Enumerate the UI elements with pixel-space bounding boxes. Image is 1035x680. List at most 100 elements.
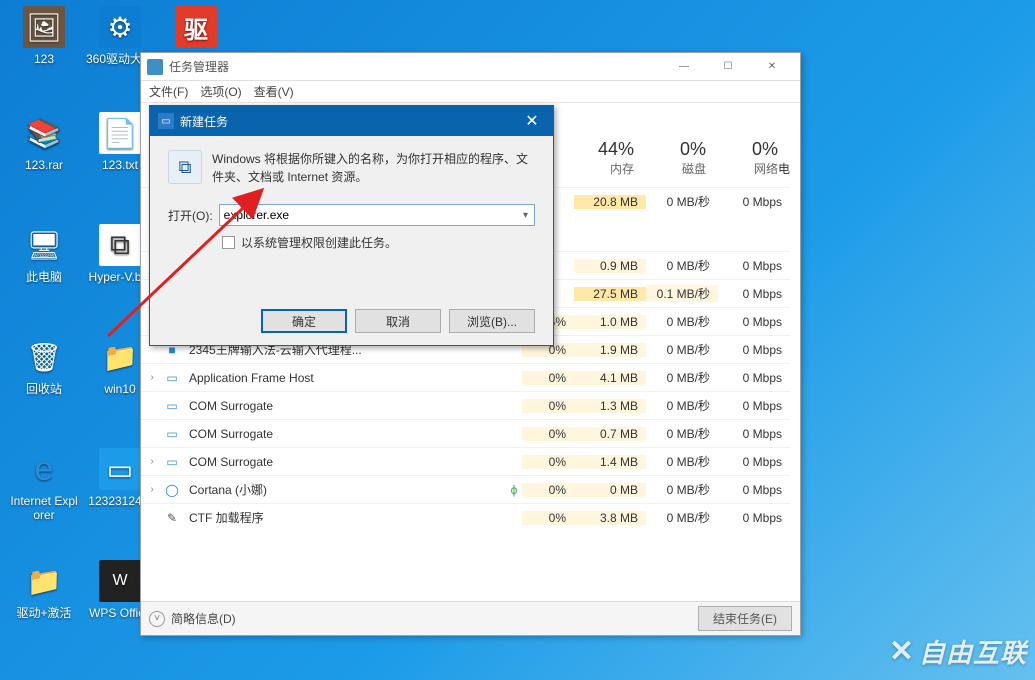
admin-checkbox[interactable]: [222, 236, 235, 249]
task-manager-icon: [147, 59, 163, 75]
new-task-title: 新建任务: [180, 113, 511, 130]
disk-cell: 0 MB/秒: [646, 341, 718, 358]
process-icon: ◯: [163, 482, 181, 498]
desktop-icon-ie[interactable]: eInternet Explorer: [8, 448, 80, 522]
admin-checkbox-row[interactable]: 以系统管理权限创建此任务。: [222, 234, 535, 251]
new-task-dialog: ▭ 新建任务 ✕ ⧉ Windows 将根据你所键入的名称，为你打开相应的程序、…: [149, 105, 554, 346]
menu-view[interactable]: 查看(V): [254, 83, 294, 100]
disk-cell: 0 MB/秒: [646, 453, 718, 470]
process-icon: ▭: [163, 454, 181, 470]
process-row[interactable]: ›◯ Cortana (小娜)ϕ0%0 MB0 MB/秒0 Mbps: [141, 475, 790, 503]
desktop-icon-driver-activate[interactable]: 📁驱动+激活: [8, 560, 80, 620]
network-cell: 0 Mbps: [718, 259, 790, 273]
process-row[interactable]: ›▭ Application Frame Host 0%4.1 MB0 MB/秒0 …: [141, 363, 790, 391]
brief-info-link[interactable]: 简略信息(D): [171, 610, 698, 627]
memory-cell: 0 MB: [574, 483, 646, 497]
memory-cell: 1.9 MB: [574, 343, 646, 357]
menu-file[interactable]: 文件(F): [149, 83, 188, 100]
process-name: COM Surrogate: [187, 455, 506, 469]
network-cell: 0 Mbps: [718, 315, 790, 329]
network-cell: 0 Mbps: [718, 195, 790, 209]
desktop-icon-rar[interactable]: 📚123.rar: [8, 112, 80, 172]
watermark: ✕自由互联: [889, 633, 1027, 670]
task-manager-titlebar[interactable]: 任务管理器 — ☐ ✕: [141, 53, 800, 81]
open-label: 打开(O):: [168, 207, 213, 224]
close-button[interactable]: ✕: [750, 53, 794, 81]
process-row[interactable]: ›▭ COM Surrogate 0%1.4 MB0 MB/秒0 Mbps: [141, 447, 790, 475]
process-name: COM Surrogate: [187, 427, 506, 441]
memory-cell: 4.1 MB: [574, 371, 646, 385]
process-icon: ▭: [163, 398, 181, 414]
process-row[interactable]: ▭COM Surrogate0%0.7 MB0 MB/秒0 Mbps: [141, 419, 790, 447]
cancel-button[interactable]: 取消: [355, 309, 441, 333]
disk-cell: 0 MB/秒: [646, 193, 718, 210]
network-cell: 0 Mbps: [718, 287, 790, 301]
open-input[interactable]: [224, 208, 521, 222]
expand-icon[interactable]: ›: [141, 372, 163, 383]
network-cell: 0 Mbps: [718, 399, 790, 413]
new-task-description: Windows 将根据你所键入的名称，为你打开相应的程序、文件夹、文档或 Int…: [212, 150, 535, 186]
expand-down-icon[interactable]: ˅: [149, 611, 165, 627]
process-icon: ▭: [163, 370, 181, 386]
admin-checkbox-label: 以系统管理权限创建此任务。: [241, 234, 397, 251]
open-combobox[interactable]: ▾: [219, 204, 535, 226]
browse-button[interactable]: 浏览(B)...: [449, 309, 535, 333]
process-name: Application Frame Host: [187, 371, 506, 385]
network-cell: 0 Mbps: [718, 455, 790, 469]
minimize-button[interactable]: —: [662, 53, 706, 81]
disk-cell: 0 MB/秒: [646, 481, 718, 498]
cpu-cell: 0%: [522, 511, 574, 525]
leaf-icon: ϕ: [506, 483, 522, 497]
process-row[interactable]: ✎ CTF 加载程序 0%3.8 MB0 MB/秒0 Mbps: [141, 503, 790, 531]
col-network[interactable]: 0%网络: [706, 139, 778, 177]
network-cell: 0 Mbps: [718, 483, 790, 497]
network-cell: 0 Mbps: [718, 371, 790, 385]
memory-cell: 1.3 MB: [574, 399, 646, 413]
process-name: Cortana (小娜): [187, 481, 506, 498]
disk-cell: 0 MB/秒: [646, 313, 718, 330]
task-manager-menu: 文件(F) 选项(O) 查看(V): [141, 81, 800, 103]
task-manager-footer: ˅ 简略信息(D) 结束任务(E): [141, 601, 800, 635]
disk-cell: 0 MB/秒: [646, 257, 718, 274]
end-task-button[interactable]: 结束任务(E): [698, 606, 792, 631]
col-memory[interactable]: 44%内存: [562, 139, 634, 177]
memory-cell: 0.7 MB: [574, 427, 646, 441]
memory-cell: 0.9 MB: [574, 259, 646, 273]
cpu-cell: 0%: [522, 399, 574, 413]
memory-cell: 3.8 MB: [574, 511, 646, 525]
process-row[interactable]: ▭COM Surrogate0%1.3 MB0 MB/秒0 Mbps: [141, 391, 790, 419]
expand-icon[interactable]: ›: [141, 484, 163, 495]
dropdown-icon[interactable]: ▾: [521, 210, 530, 221]
cpu-cell: 0%: [522, 371, 574, 385]
expand-icon[interactable]: ›: [141, 456, 163, 467]
disk-cell: 0 MB/秒: [646, 509, 718, 526]
menu-options[interactable]: 选项(O): [200, 83, 241, 100]
desktop-icon-this-pc[interactable]: 🖥此电脑: [8, 224, 80, 284]
desktop-icon-recycle-bin[interactable]: 🗑回收站: [8, 336, 80, 396]
memory-cell: 1.4 MB: [574, 455, 646, 469]
dialog-close-button[interactable]: ✕: [511, 106, 553, 136]
task-manager-title: 任务管理器: [169, 58, 662, 75]
new-task-titlebar[interactable]: ▭ 新建任务 ✕: [150, 106, 553, 136]
cpu-cell: 0%: [522, 427, 574, 441]
network-cell: 0 Mbps: [718, 427, 790, 441]
run-icon: ⧉: [168, 150, 202, 184]
memory-cell: 27.5 MB: [574, 287, 646, 301]
process-name: CTF 加载程序: [187, 509, 506, 526]
process-icon: ✎: [163, 510, 181, 526]
cpu-cell: 0%: [522, 483, 574, 497]
disk-cell: 0 MB/秒: [646, 369, 718, 386]
process-icon: ▭: [163, 426, 181, 442]
desktop-icon-folder-123[interactable]: 🖼123: [8, 6, 80, 66]
memory-cell: 20.8 MB: [574, 195, 646, 209]
col-disk[interactable]: 0%磁盘: [634, 139, 706, 177]
maximize-button[interactable]: ☐: [706, 53, 750, 81]
ok-button[interactable]: 确定: [261, 309, 347, 333]
column-headers: 44%内存 0%磁盘 0%网络 电: [562, 139, 788, 177]
network-cell: 0 Mbps: [718, 511, 790, 525]
disk-cell: 0.1 MB/秒: [646, 285, 718, 302]
memory-cell: 1.0 MB: [574, 315, 646, 329]
process-name: COM Surrogate: [187, 399, 506, 413]
cpu-cell: 0%: [522, 455, 574, 469]
network-cell: 0 Mbps: [718, 343, 790, 357]
